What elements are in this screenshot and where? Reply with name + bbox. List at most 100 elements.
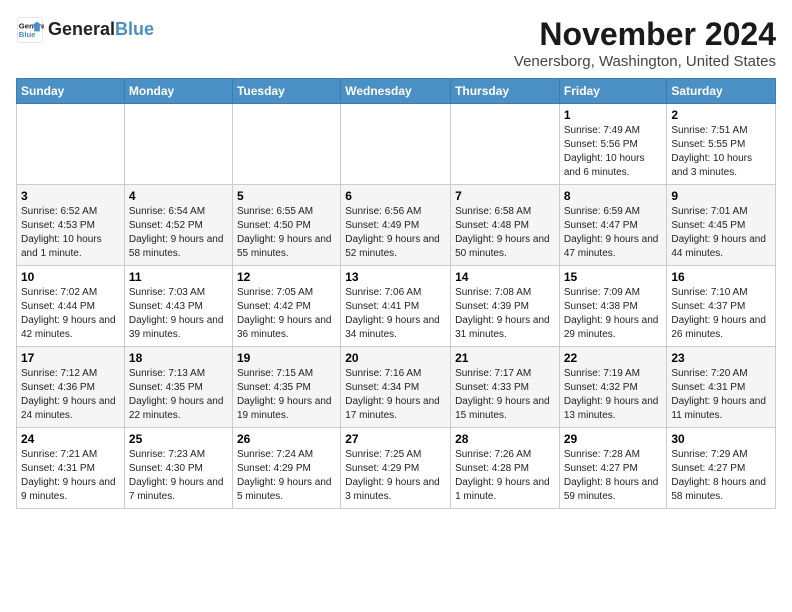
location-title: Venersborg, Washington, United States (514, 53, 776, 70)
calendar-cell: 24 Sunrise: 7:21 AM Sunset: 4:31 PM Dayli… (17, 428, 125, 509)
day-number: 19 (237, 351, 336, 365)
calendar-cell: 5 Sunrise: 6:55 AM Sunset: 4:50 PM Daylig… (232, 185, 340, 266)
calendar-cell: 28Sunrise: 7:26 AM Sunset: 4:28 PM Dayli… (451, 428, 560, 509)
calendar-cell (451, 104, 560, 185)
day-info: Sunrise: 7:12 AM Sunset: 4:36 PM Dayligh… (21, 367, 120, 423)
day-info: Sunrise: 7:02 AM Sunset: 4:44 PM Dayligh… (21, 286, 120, 342)
calendar-cell: 11 Sunrise: 7:03 AM Sunset: 4:43 PM Dayli… (124, 266, 232, 347)
calendar-cell: 13 Sunrise: 7:06 AM Sunset: 4:41 PM Dayli… (341, 266, 451, 347)
day-number: 14 (455, 270, 555, 284)
calendar-cell: 27 Sunrise: 7:25 AM Sunset: 4:29 PM Dayli… (341, 428, 451, 509)
column-header-monday: Monday (124, 79, 232, 104)
calendar-week-1: 1 Sunrise: 7:49 AM Sunset: 5:56 PM Daylig… (17, 104, 776, 185)
calendar-cell: 30Sunrise: 7:29 AM Sunset: 4:27 PM Dayli… (667, 428, 776, 509)
day-number: 23 (671, 351, 771, 365)
day-number: 10 (21, 270, 120, 284)
day-info: Sunrise: 7:20 AM Sunset: 4:31 PM Dayligh… (671, 367, 771, 423)
calendar-cell: 23 Sunrise: 7:20 AM Sunset: 4:31 PM Dayli… (667, 347, 776, 428)
calendar-week-5: 24 Sunrise: 7:21 AM Sunset: 4:31 PM Dayli… (17, 428, 776, 509)
calendar-cell: 4 Sunrise: 6:54 AM Sunset: 4:52 PM Daylig… (124, 185, 232, 266)
calendar-cell: 12 Sunrise: 7:05 AM Sunset: 4:42 PM Dayli… (232, 266, 340, 347)
day-info: Sunrise: 7:10 AM Sunset: 4:37 PM Dayligh… (671, 286, 771, 342)
calendar-cell (341, 104, 451, 185)
day-number: 3 (21, 189, 120, 203)
day-info: Sunrise: 7:21 AM Sunset: 4:31 PM Dayligh… (21, 448, 120, 504)
day-info: Sunrise: 6:58 AM Sunset: 4:48 PM Dayligh… (455, 205, 555, 261)
day-info: Sunrise: 6:56 AM Sunset: 4:49 PM Dayligh… (345, 205, 446, 261)
day-number: 22 (564, 351, 663, 365)
day-info: Sunrise: 7:05 AM Sunset: 4:42 PM Dayligh… (237, 286, 336, 342)
calendar-cell: 14 Sunrise: 7:08 AM Sunset: 4:39 PM Dayli… (451, 266, 560, 347)
day-info: Sunrise: 6:54 AM Sunset: 4:52 PM Dayligh… (129, 205, 228, 261)
day-number: 5 (237, 189, 336, 203)
calendar-cell (17, 104, 125, 185)
calendar-cell: 25Sunrise: 7:23 AM Sunset: 4:30 PM Dayli… (124, 428, 232, 509)
day-number: 6 (345, 189, 446, 203)
header: General Blue GeneralBlue November 2024 V… (16, 16, 776, 70)
title-area: November 2024 Venersborg, Washington, Un… (514, 16, 776, 70)
day-info: Sunrise: 6:55 AM Sunset: 4:50 PM Dayligh… (237, 205, 336, 261)
column-header-thursday: Thursday (451, 79, 560, 104)
calendar-cell: 15Sunrise: 7:09 AM Sunset: 4:38 PM Dayli… (559, 266, 667, 347)
day-number: 4 (129, 189, 228, 203)
calendar-cell: 7 Sunrise: 6:58 AM Sunset: 4:48 PM Daylig… (451, 185, 560, 266)
day-info: Sunrise: 7:24 AM Sunset: 4:29 PM Dayligh… (237, 448, 336, 504)
column-header-tuesday: Tuesday (232, 79, 340, 104)
day-info: Sunrise: 7:15 AM Sunset: 4:35 PM Dayligh… (237, 367, 336, 423)
calendar-cell: 19 Sunrise: 7:15 AM Sunset: 4:35 PM Dayli… (232, 347, 340, 428)
svg-text:Blue: Blue (19, 30, 36, 39)
day-info: Sunrise: 7:29 AM Sunset: 4:27 PM Dayligh… (671, 448, 771, 504)
column-header-friday: Friday (559, 79, 667, 104)
day-number: 18 (129, 351, 228, 365)
day-number: 26 (237, 432, 336, 446)
calendar-cell: 2 Sunrise: 7:51 AM Sunset: 5:55 PM Daylig… (667, 104, 776, 185)
day-number: 29 (564, 432, 663, 446)
day-number: 17 (21, 351, 120, 365)
calendar-cell: 1 Sunrise: 7:49 AM Sunset: 5:56 PM Daylig… (559, 104, 667, 185)
logo-text: GeneralBlue (48, 20, 154, 40)
day-number: 27 (345, 432, 446, 446)
day-number: 16 (671, 270, 771, 284)
day-number: 15 (564, 270, 663, 284)
day-number: 13 (345, 270, 446, 284)
day-info: Sunrise: 7:01 AM Sunset: 4:45 PM Dayligh… (671, 205, 771, 261)
day-info: Sunrise: 6:52 AM Sunset: 4:53 PM Dayligh… (21, 205, 120, 261)
day-number: 21 (455, 351, 555, 365)
day-number: 7 (455, 189, 555, 203)
calendar-body: 1 Sunrise: 7:49 AM Sunset: 5:56 PM Daylig… (17, 104, 776, 509)
column-header-saturday: Saturday (667, 79, 776, 104)
calendar-cell: 8 Sunrise: 6:59 AM Sunset: 4:47 PM Daylig… (559, 185, 667, 266)
day-info: Sunrise: 7:19 AM Sunset: 4:32 PM Dayligh… (564, 367, 663, 423)
day-number: 9 (671, 189, 771, 203)
day-number: 2 (671, 108, 771, 122)
calendar-cell: 3 Sunrise: 6:52 AM Sunset: 4:53 PM Daylig… (17, 185, 125, 266)
calendar-cell (124, 104, 232, 185)
calendar-cell: 22 Sunrise: 7:19 AM Sunset: 4:32 PM Dayli… (559, 347, 667, 428)
calendar-cell: 17 Sunrise: 7:12 AM Sunset: 4:36 PM Dayli… (17, 347, 125, 428)
column-header-sunday: Sunday (17, 79, 125, 104)
calendar-week-4: 17 Sunrise: 7:12 AM Sunset: 4:36 PM Dayli… (17, 347, 776, 428)
day-info: Sunrise: 7:51 AM Sunset: 5:55 PM Dayligh… (671, 124, 771, 180)
calendar-table: SundayMondayTuesdayWednesdayThursdayFrid… (16, 78, 776, 509)
day-number: 1 (564, 108, 663, 122)
logo: General Blue GeneralBlue (16, 16, 154, 44)
day-info: Sunrise: 6:59 AM Sunset: 4:47 PM Dayligh… (564, 205, 663, 261)
day-info: Sunrise: 7:26 AM Sunset: 4:28 PM Dayligh… (455, 448, 555, 504)
day-number: 8 (564, 189, 663, 203)
day-number: 20 (345, 351, 446, 365)
day-number: 12 (237, 270, 336, 284)
column-header-wednesday: Wednesday (341, 79, 451, 104)
day-info: Sunrise: 7:23 AM Sunset: 4:30 PM Dayligh… (129, 448, 228, 504)
day-info: Sunrise: 7:06 AM Sunset: 4:41 PM Dayligh… (345, 286, 446, 342)
calendar-cell: 29Sunrise: 7:28 AM Sunset: 4:27 PM Dayli… (559, 428, 667, 509)
logo-icon: General Blue (16, 16, 44, 44)
day-info: Sunrise: 7:25 AM Sunset: 4:29 PM Dayligh… (345, 448, 446, 504)
calendar-cell: 10 Sunrise: 7:02 AM Sunset: 4:44 PM Dayli… (17, 266, 125, 347)
day-number: 11 (129, 270, 228, 284)
day-info: Sunrise: 7:03 AM Sunset: 4:43 PM Dayligh… (129, 286, 228, 342)
day-number: 24 (21, 432, 120, 446)
calendar-cell: 18Sunrise: 7:13 AM Sunset: 4:35 PM Dayli… (124, 347, 232, 428)
calendar-cell: 21Sunrise: 7:17 AM Sunset: 4:33 PM Dayli… (451, 347, 560, 428)
day-info: Sunrise: 7:49 AM Sunset: 5:56 PM Dayligh… (564, 124, 663, 180)
day-info: Sunrise: 7:08 AM Sunset: 4:39 PM Dayligh… (455, 286, 555, 342)
